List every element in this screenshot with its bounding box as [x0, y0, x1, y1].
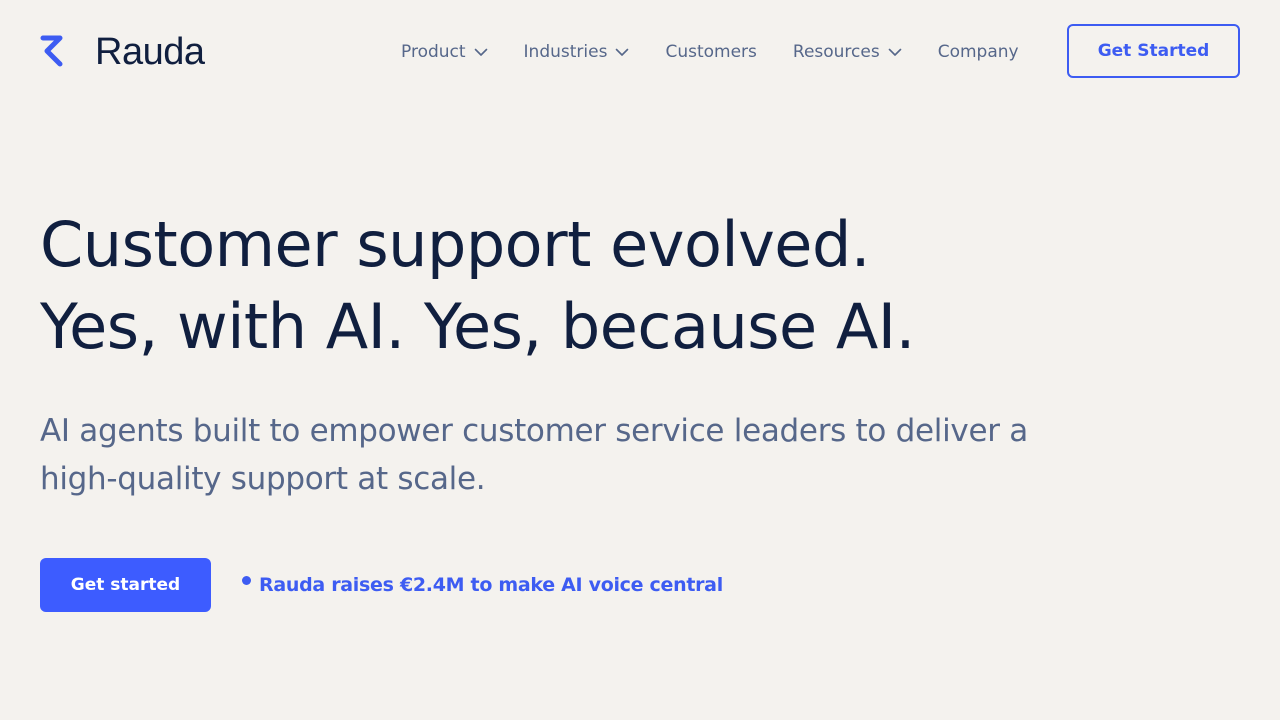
main-nav: Product Industries Customers Resources C…	[401, 38, 1019, 66]
chevron-down-icon	[888, 48, 902, 56]
news-link[interactable]: Rauda raises €2.4M to make AI voice cent…	[242, 571, 723, 599]
hero-title-line-2: Yes, with AI. Yes, because AI.	[40, 290, 915, 363]
hero-subtitle: AI agents built to empower customer serv…	[40, 413, 1028, 497]
news-link-text: Rauda raises €2.4M to make AI voice cent…	[259, 574, 723, 596]
nav-item-label: Company	[937, 42, 1019, 62]
nav-item-label: Industries	[523, 42, 608, 62]
hero-title: Customer support evolved. Yes, with AI. …	[40, 204, 1140, 368]
site-header: Rauda Product Industries Customers Resou…	[0, 0, 1280, 104]
nav-item-customers[interactable]: Customers	[665, 38, 756, 66]
brand-name: Rauda	[95, 31, 205, 73]
get-started-button[interactable]: Get started	[40, 558, 211, 612]
nav-item-resources[interactable]: Resources	[793, 38, 902, 66]
news-bullet-icon	[242, 576, 251, 585]
nav-item-industries[interactable]: Industries	[524, 38, 630, 66]
nav-item-label: Product	[401, 42, 466, 62]
nav-item-label: Customers	[665, 42, 757, 62]
chevron-down-icon	[616, 48, 629, 56]
nav-item-label: Resources	[792, 42, 880, 62]
hero-title-line-1: Customer support evolved.	[40, 208, 871, 281]
get-started-header-button[interactable]: Get Started	[1067, 24, 1240, 78]
logo-link[interactable]: Rauda	[40, 31, 205, 73]
nav-item-product[interactable]: Product	[401, 38, 488, 66]
nav-item-company[interactable]: Company	[938, 38, 1019, 66]
rauda-logo-icon	[40, 35, 63, 67]
chevron-down-icon	[474, 48, 487, 56]
page: Rauda Product Industries Customers Resou…	[0, 0, 1280, 720]
